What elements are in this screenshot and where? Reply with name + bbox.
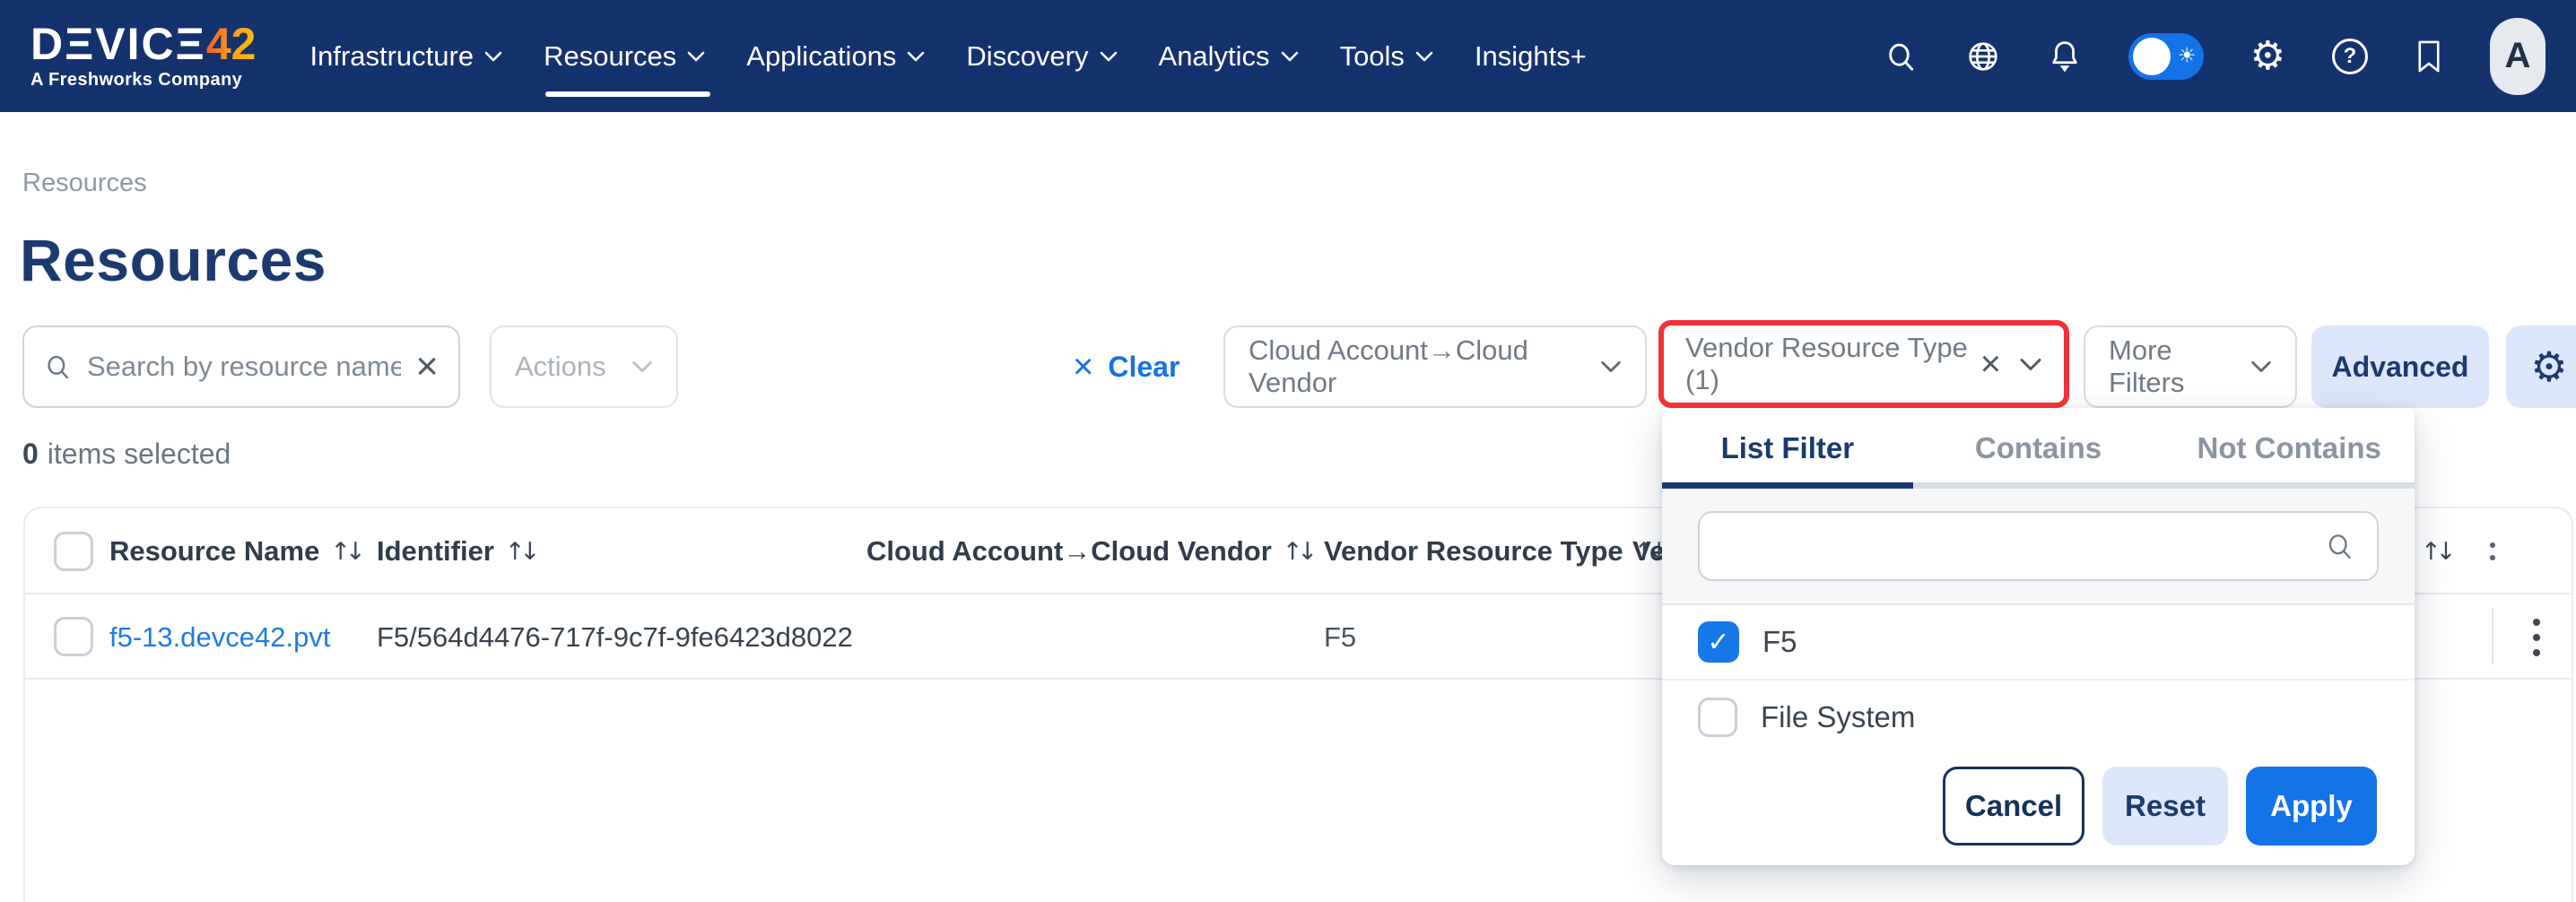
chevron-down-icon: [631, 360, 653, 373]
breadcrumb[interactable]: Resources: [22, 169, 147, 198]
row-checkbox[interactable]: [54, 617, 93, 656]
column-header-identifier[interactable]: Identifier: [377, 535, 494, 568]
page-title: Resources: [20, 226, 326, 294]
gear-icon: [2530, 346, 2567, 387]
chevron-down-icon: [907, 51, 925, 62]
toggle-knob: [2133, 38, 2171, 75]
checkmark-icon: [1707, 627, 1729, 658]
nav-item-discovery[interactable]: Discovery: [966, 40, 1117, 73]
sort-icon[interactable]: [505, 538, 540, 566]
actions-dropdown[interactable]: Actions: [490, 325, 678, 408]
bookmark-icon[interactable]: [2415, 39, 2443, 74]
chevron-down-icon: [687, 51, 705, 62]
nav-item-resources[interactable]: Resources: [544, 40, 705, 73]
table-settings-button[interactable]: [2506, 325, 2576, 408]
remove-filter-icon[interactable]: [1980, 346, 2001, 382]
resources-page: DΞVICΞ 42 A Freshworks Company Infrastru…: [0, 0, 2576, 902]
unchecked-checkbox[interactable]: [1698, 698, 1737, 737]
search-icon: [44, 352, 73, 381]
chevron-down-icon: [2019, 358, 2042, 371]
search-icon[interactable]: [1884, 39, 1919, 74]
selection-status: 0items selected: [22, 438, 231, 471]
theme-toggle[interactable]: [2128, 33, 2204, 80]
notifications-bell-icon[interactable]: [2048, 39, 2082, 74]
resource-search-box: [22, 325, 460, 408]
user-avatar[interactable]: A: [2490, 18, 2546, 95]
filter-chip-cloud-vendor[interactable]: Cloud Account→Cloud Vendor: [1223, 325, 1647, 408]
main-nav: Infrastructure Resources Applications Di…: [309, 40, 1586, 73]
column-divider: [2492, 609, 2493, 664]
nav-item-tools[interactable]: Tools: [1340, 40, 1433, 73]
help-icon[interactable]: [2332, 39, 2368, 74]
sort-icon[interactable]: [2421, 538, 2456, 566]
nav-item-insights[interactable]: Insights+: [1475, 40, 1587, 73]
filter-search-input[interactable]: [1721, 530, 2311, 562]
search-icon: [2325, 531, 2355, 561]
filter-option-f5[interactable]: F5: [1662, 605, 2415, 679]
identifier-cell: F5/564d4476-717f-9c7f-9fe6423d8022: [377, 594, 853, 680]
row-menu-kebab-icon[interactable]: [2524, 594, 2549, 680]
popover-footer: Cancel Reset Apply: [1662, 754, 2415, 846]
chevron-down-icon: [1100, 51, 1118, 62]
column-header-resource-name[interactable]: Resource Name: [109, 535, 319, 568]
apply-button[interactable]: Apply: [2246, 767, 2377, 846]
nav-item-applications[interactable]: Applications: [746, 40, 925, 73]
select-all-checkbox[interactable]: [54, 532, 93, 571]
advanced-button[interactable]: Advanced: [2311, 325, 2489, 408]
chevron-down-icon: [1415, 51, 1433, 62]
more-filters-dropdown[interactable]: More Filters: [2084, 325, 2297, 408]
clear-x-icon: [1073, 349, 1093, 385]
globe-icon[interactable]: [1965, 39, 2001, 74]
chevron-down-icon: [484, 51, 502, 62]
tab-not-contains[interactable]: Not Contains: [2163, 408, 2415, 489]
chevron-down-icon: [1600, 360, 1622, 373]
checked-checkbox[interactable]: [1698, 621, 1739, 663]
sort-icon[interactable]: [1283, 538, 1318, 566]
device42-logo[interactable]: DΞVICΞ 42 A Freshworks Company: [30, 22, 256, 91]
filter-chip-vendor-resource-type[interactable]: Vendor Resource Type (1): [1658, 320, 2069, 408]
sun-icon: [2178, 46, 2197, 66]
search-input[interactable]: [87, 351, 401, 383]
popover-search-box: [1698, 511, 2379, 581]
chevron-down-icon: [1281, 51, 1299, 62]
active-tab-indicator: [1662, 482, 1913, 489]
filter-tabs: List Filter Contains Not Contains: [1662, 408, 2415, 489]
filter-option-file-system[interactable]: File System: [1662, 681, 2415, 754]
nav-item-infrastructure[interactable]: Infrastructure: [309, 40, 502, 73]
settings-gear-icon[interactable]: [2250, 37, 2285, 76]
column-header-cloud-vendor[interactable]: Cloud Account→Cloud Vendor: [866, 535, 1272, 568]
cancel-button[interactable]: Cancel: [1943, 767, 2084, 846]
tab-list-filter[interactable]: List Filter: [1662, 408, 1913, 489]
clear-filters-link[interactable]: Clear: [1073, 340, 1179, 394]
logo-text: DΞVICΞ: [30, 22, 206, 66]
reset-button[interactable]: Reset: [2102, 767, 2228, 846]
vendor-type-cell: F5: [1324, 594, 1356, 680]
selection-count: 0: [22, 438, 39, 470]
clear-search-icon[interactable]: [415, 347, 439, 386]
logo-42: 42: [206, 22, 257, 66]
sort-icon[interactable]: [330, 538, 365, 566]
resource-name-link[interactable]: f5-13.devce42.pvt: [109, 594, 330, 680]
popover-search-section: [1662, 489, 2415, 605]
chevron-down-icon: [2250, 360, 2272, 373]
navbar-actions: A: [1884, 18, 2546, 95]
top-navbar: DΞVICΞ 42 A Freshworks Company Infrastru…: [0, 0, 2576, 112]
nav-item-analytics[interactable]: Analytics: [1159, 40, 1299, 73]
tab-contains[interactable]: Contains: [1913, 408, 2164, 489]
column-header-partial: Ve: [1632, 535, 1665, 568]
column-dots-icon: [2490, 508, 2495, 594]
logo-subtitle: A Freshworks Company: [30, 70, 256, 91]
column-header-vendor-type[interactable]: Vendor Resource Type: [1324, 535, 1623, 568]
vendor-resource-type-filter-popover: List Filter Contains Not Contains F5 Fil…: [1662, 408, 2415, 865]
